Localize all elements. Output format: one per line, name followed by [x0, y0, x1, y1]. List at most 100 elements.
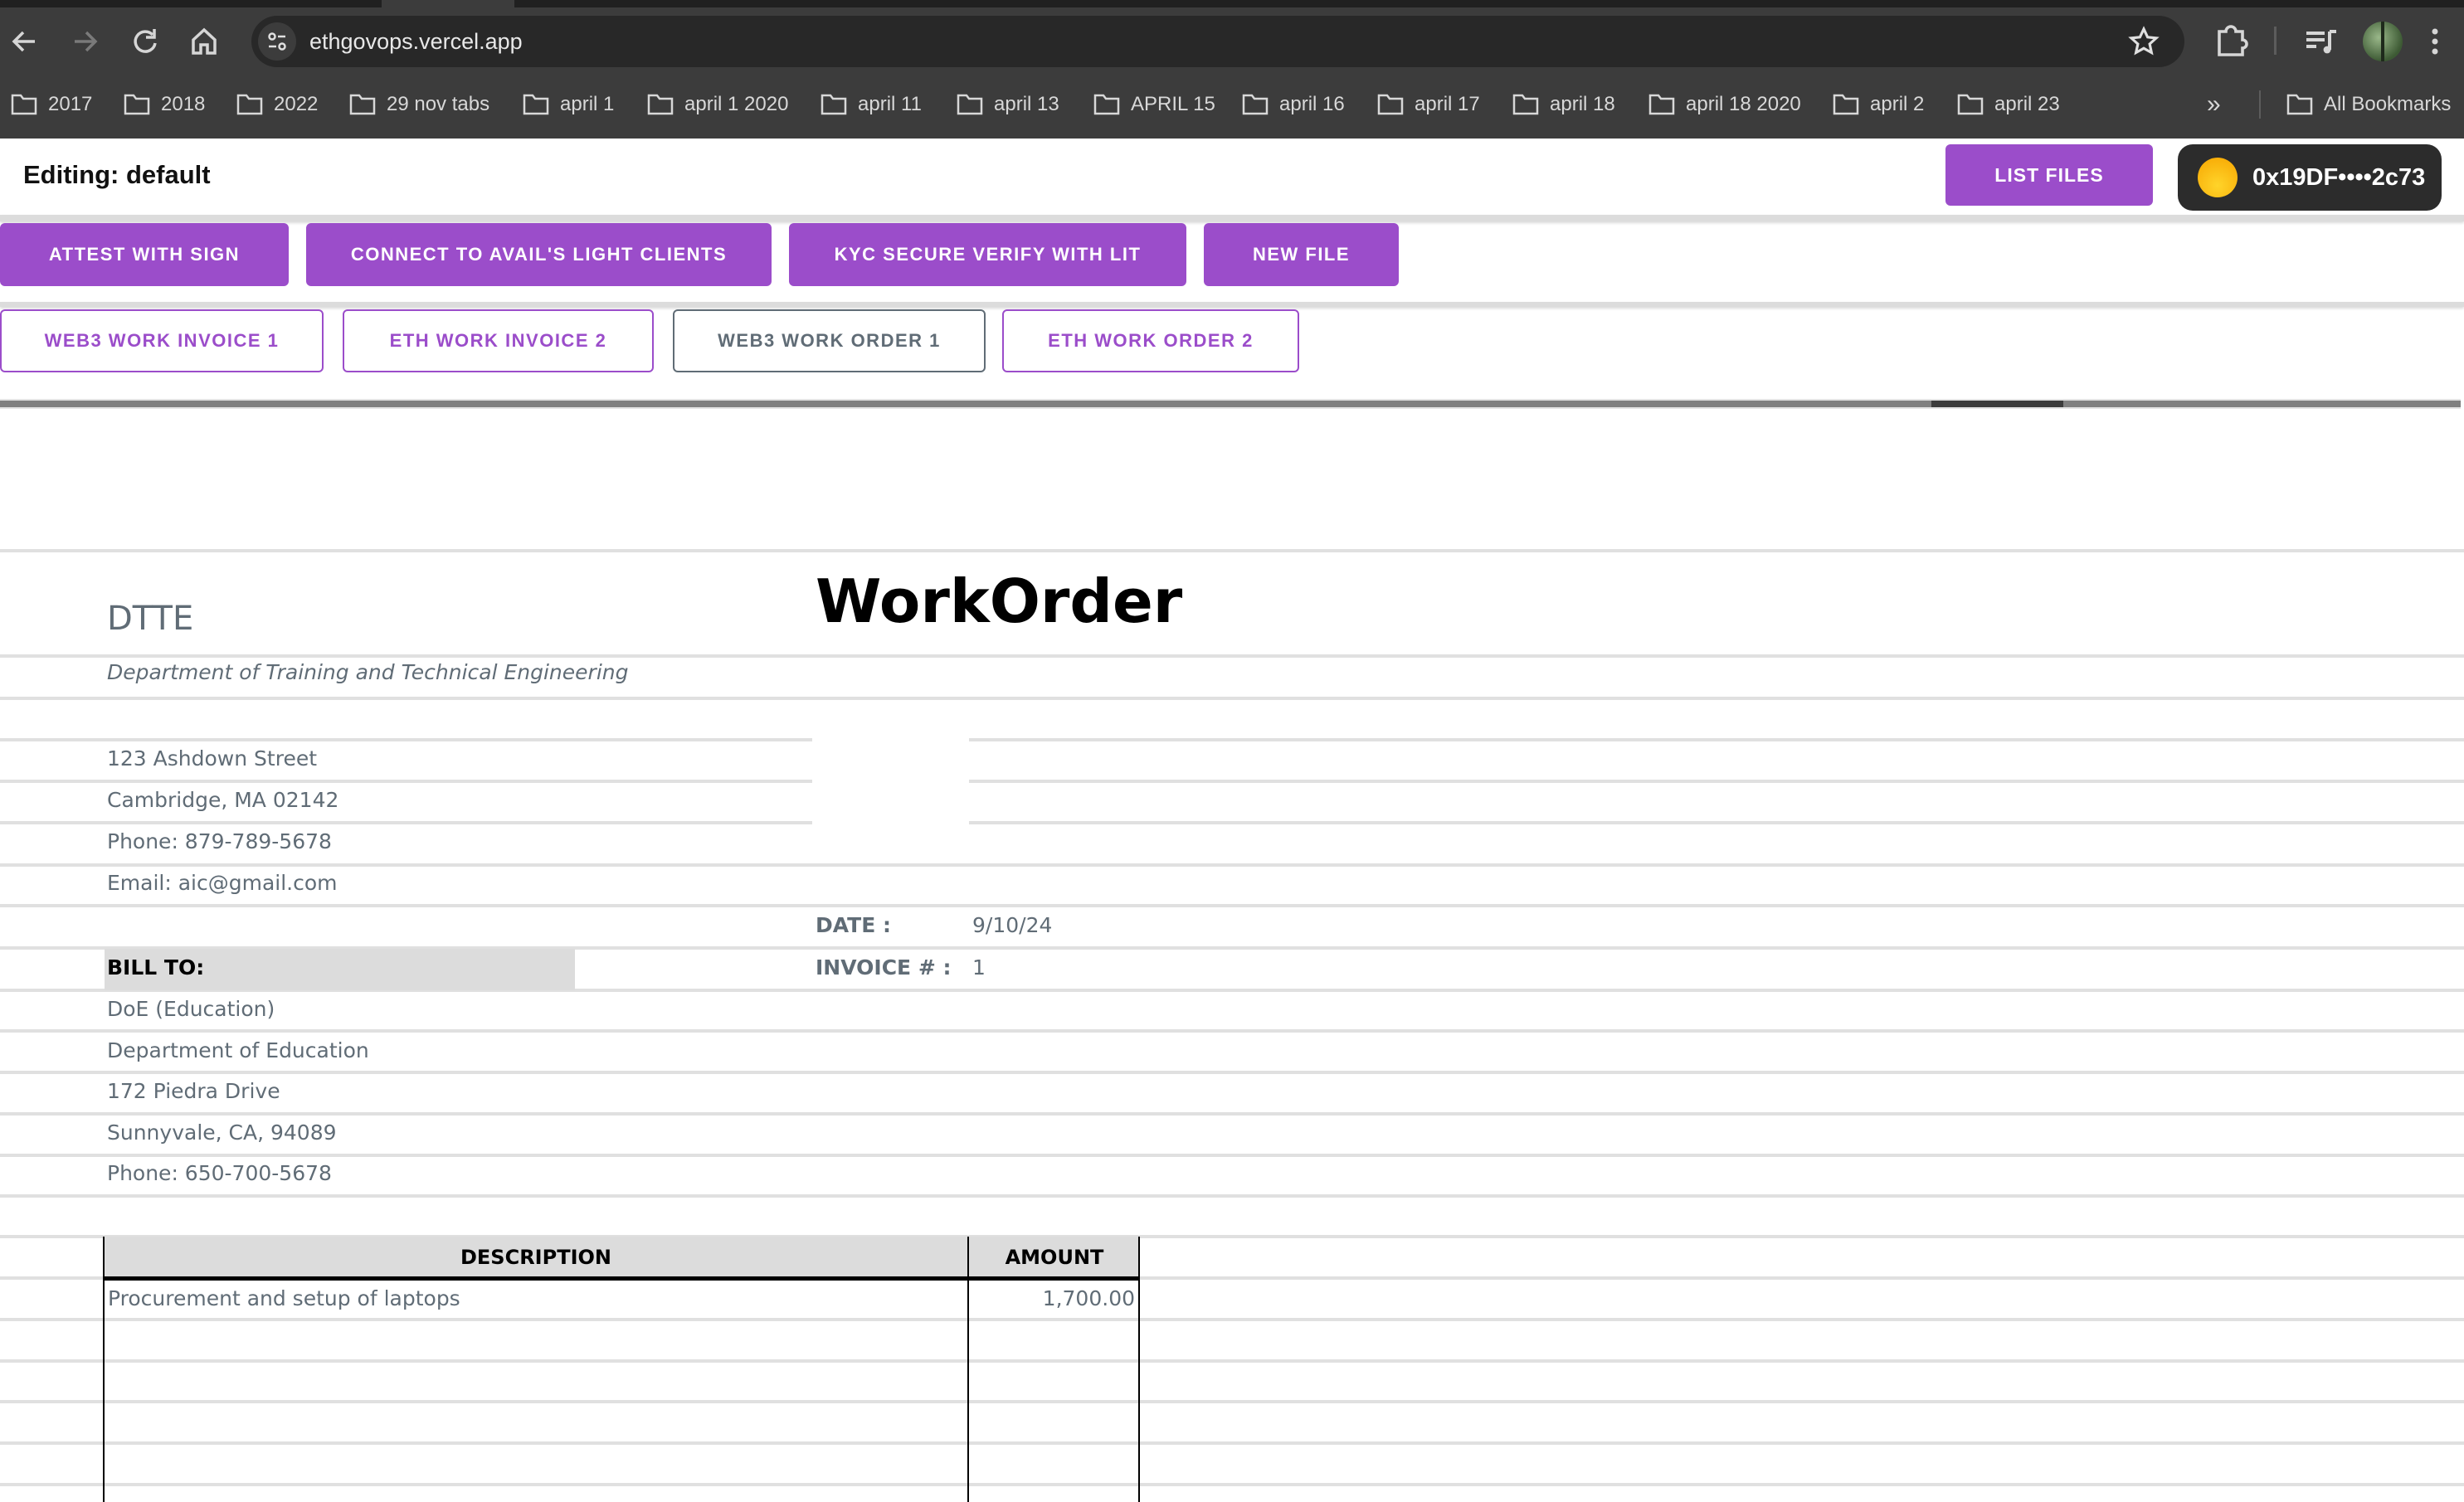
horizontal-scrollbar[interactable]: [0, 399, 2461, 409]
company-city[interactable]: Cambridge, MA 02142: [107, 788, 338, 812]
bill-to-street[interactable]: 172 Piedra Drive: [107, 1079, 280, 1103]
table-border-right: [1138, 1237, 1140, 1502]
company-street[interactable]: 123 Ashdown Street: [107, 746, 317, 770]
amount-column-header[interactable]: AMOUNT: [969, 1237, 1140, 1278]
folder-icon: [1377, 94, 1404, 115]
company-phone[interactable]: Phone: 879-789-5678: [107, 829, 332, 853]
wallet-connect-button[interactable]: 0x19DF••••2c73: [2178, 144, 2442, 211]
row-gridline: [0, 654, 2464, 658]
row-gridline: [0, 1194, 2464, 1198]
folder-icon: [236, 94, 263, 115]
item-description[interactable]: Procurement and setup of laptops: [108, 1286, 460, 1310]
connect-avail-light-clients-button[interactable]: CONNECT TO AVAIL'S LIGHT CLIENTS: [306, 223, 772, 286]
scrollbar-thumb[interactable]: [1931, 401, 2063, 407]
editing-file-label: Editing: default: [23, 160, 211, 189]
date-value[interactable]: 9/10/24: [972, 913, 1052, 937]
folder-icon: [957, 94, 983, 115]
tab-eth-work-invoice-2[interactable]: ETH WORK INVOICE 2: [343, 309, 654, 372]
media-control-icon[interactable]: [2301, 22, 2341, 61]
all-bookmarks-button[interactable]: All Bookmarks: [2286, 87, 2451, 122]
row-gridline: [0, 1400, 2464, 1403]
row-gridline: [0, 863, 2464, 867]
folder-icon: [821, 94, 847, 115]
bookmark-folder[interactable]: 2018: [123, 87, 205, 122]
row-gridline: [969, 821, 2464, 824]
header-bottom-border: [103, 1276, 1140, 1281]
row-gridline: [0, 1359, 2464, 1363]
avatar-detail: [2381, 22, 2384, 61]
company-email[interactable]: Email: aic@gmail.com: [107, 871, 338, 895]
profile-avatar[interactable]: [2363, 22, 2403, 61]
menu-kebab-icon[interactable]: [2423, 22, 2447, 61]
actions-divider: [0, 302, 2464, 307]
bookmark-folder[interactable]: APRIL 15: [1093, 87, 1215, 122]
bill-to-phone[interactable]: Phone: 650-700-5678: [107, 1161, 332, 1185]
bookmark-folder[interactable]: april 23: [1956, 87, 2060, 122]
invoice-number-value[interactable]: 1: [972, 955, 986, 979]
bookmark-star-icon[interactable]: [2128, 26, 2160, 57]
row-gridline: [0, 549, 2464, 552]
company-tagline[interactable]: Department of Training and Technical Eng…: [107, 660, 628, 684]
folder-icon: [1242, 94, 1269, 115]
url-text[interactable]: ethgovops.vercel.app: [309, 16, 523, 67]
company-name[interactable]: DTTE: [107, 600, 193, 638]
tab-web3-work-invoice-1[interactable]: WEB3 WORK INVOICE 1: [0, 309, 324, 372]
back-icon[interactable]: [7, 23, 43, 60]
item-amount[interactable]: 1,700.00: [1043, 1286, 1135, 1310]
reload-icon[interactable]: [126, 23, 163, 60]
bookmark-folder[interactable]: april 1 2020: [646, 87, 788, 122]
row-gridline: [0, 1071, 2464, 1074]
bill-to-org[interactable]: Department of Education: [107, 1038, 369, 1062]
active-tab-edge[interactable]: [382, 0, 514, 7]
description-column-header[interactable]: DESCRIPTION: [103, 1237, 969, 1278]
bookmarks-bar: 2017 2018 2022 29 nov tabs april 1 april…: [0, 75, 2464, 134]
bill-to-city[interactable]: Sunnyvale, CA, 94089: [107, 1120, 337, 1145]
folder-icon: [1093, 94, 1120, 115]
bill-to-name[interactable]: DoE (Education): [107, 997, 275, 1021]
row-gridline: [0, 1112, 2464, 1116]
folder-icon: [124, 94, 150, 115]
bookmark-folder[interactable]: 2017: [10, 87, 92, 122]
bookmark-folder[interactable]: 2022: [236, 87, 318, 122]
bookmark-folder[interactable]: april 18 2020: [1648, 87, 1801, 122]
toolbar-separator: [2274, 27, 2277, 55]
table-border-left: [103, 1237, 105, 1502]
bill-to-label: BILL TO:: [107, 955, 205, 979]
tab-web3-work-order-1[interactable]: WEB3 WORK ORDER 1: [673, 309, 986, 372]
row-gridline: [969, 780, 2464, 783]
site-info-icon[interactable]: [258, 22, 296, 61]
bookmark-folder[interactable]: april 1: [522, 87, 614, 122]
folder-icon: [647, 94, 674, 115]
forward-icon[interactable]: [66, 23, 103, 60]
bookmark-folder[interactable]: 29 nov tabs: [348, 87, 489, 122]
folder-icon: [523, 94, 549, 115]
bookmark-folder[interactable]: april 17: [1376, 87, 1480, 122]
bookmark-folder[interactable]: april 18: [1512, 87, 1615, 122]
bookmarks-separator: [2259, 90, 2261, 119]
app-header: Editing: default LIST FILES 0x19DF••••2c…: [0, 139, 2464, 215]
bookmarks-overflow-button[interactable]: »: [2207, 87, 2221, 122]
folder-icon: [1512, 94, 1539, 115]
row-gridline: [0, 738, 812, 741]
row-gridline: [0, 1029, 2464, 1033]
extensions-icon[interactable]: [2211, 22, 2251, 61]
attest-with-sign-button[interactable]: ATTEST WITH SIGN: [0, 223, 289, 286]
bookmark-folder[interactable]: april 2: [1832, 87, 1924, 122]
home-icon[interactable]: [186, 23, 222, 60]
document-title[interactable]: WorkOrder: [816, 566, 1182, 636]
bookmark-folder[interactable]: april 16: [1241, 87, 1345, 122]
row-gridline: [0, 697, 2464, 700]
tab-eth-work-order-2[interactable]: ETH WORK ORDER 2: [1002, 309, 1299, 372]
folder-icon: [1833, 94, 1859, 115]
list-files-button[interactable]: LIST FILES: [1945, 144, 2153, 206]
bookmark-folder[interactable]: april 13: [956, 87, 1059, 122]
date-label: DATE :: [816, 913, 891, 937]
kyc-verify-lit-button[interactable]: KYC SECURE VERIFY WITH LIT: [789, 223, 1186, 286]
bookmark-folder[interactable]: april 11: [820, 87, 922, 122]
folder-icon: [11, 94, 37, 115]
address-bar[interactable]: ethgovops.vercel.app: [251, 16, 2184, 67]
browser-chrome: ethgovops.vercel.app 2017 2018 2022 29 n…: [0, 0, 2464, 139]
new-file-button[interactable]: NEW FILE: [1204, 223, 1399, 286]
table-column-divider: [967, 1237, 969, 1502]
folder-icon: [1648, 94, 1675, 115]
